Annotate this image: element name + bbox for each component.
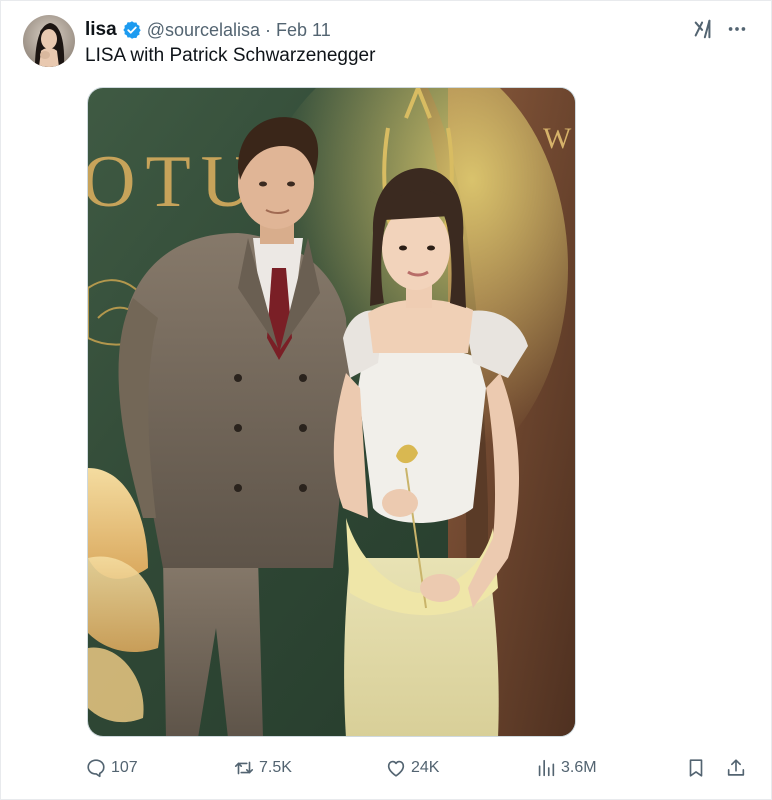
reply-button[interactable]: 107 [85, 753, 138, 783]
bookmark-button[interactable] [685, 753, 711, 783]
repost-icon [234, 761, 254, 775]
more-dots-icon [728, 27, 746, 31]
views-count: 3.6M [561, 759, 597, 776]
heart-icon [387, 760, 405, 777]
photo-illustration: OTU W [88, 88, 575, 736]
verified-badge-icon[interactable] [122, 20, 142, 40]
like-button[interactable]: 24K [385, 753, 439, 783]
tweet-header: lisa @sourcelalisa · Feb 11 [85, 17, 331, 43]
share-button[interactable] [725, 753, 751, 783]
share-icon [727, 759, 745, 776]
views-button[interactable]: 3.6M [535, 753, 597, 783]
tweet-card[interactable]: lisa @sourcelalisa · Feb 11 LISA with Pa… [0, 0, 772, 800]
reply-icon [87, 759, 105, 778]
views-chart-icon [538, 759, 555, 777]
more-options-button[interactable] [723, 15, 751, 43]
grok-icon [694, 19, 711, 39]
grok-button[interactable] [689, 15, 717, 43]
header-separator: · [265, 19, 272, 40]
avatar-image [23, 15, 75, 67]
repost-button[interactable]: 7.5K [233, 753, 292, 783]
tweet-photo[interactable]: OTU W [87, 87, 576, 737]
handle[interactable]: @sourcelalisa [147, 20, 260, 41]
bookmark-icon [689, 759, 703, 777]
backdrop-lettering: OTU [88, 141, 264, 223]
reply-count: 107 [111, 759, 138, 776]
tweet-actions: 107 7.5K 24K 3.6M [85, 753, 757, 783]
like-count: 24K [411, 759, 440, 776]
repost-count: 7.5K [259, 759, 292, 776]
display-name[interactable]: lisa [85, 19, 117, 41]
tweet-text: LISA with Patrick Schwarzenegger [85, 45, 376, 66]
avatar[interactable] [23, 15, 75, 67]
timestamp[interactable]: Feb 11 [276, 20, 331, 41]
backdrop-lettering-right: W [543, 122, 572, 155]
